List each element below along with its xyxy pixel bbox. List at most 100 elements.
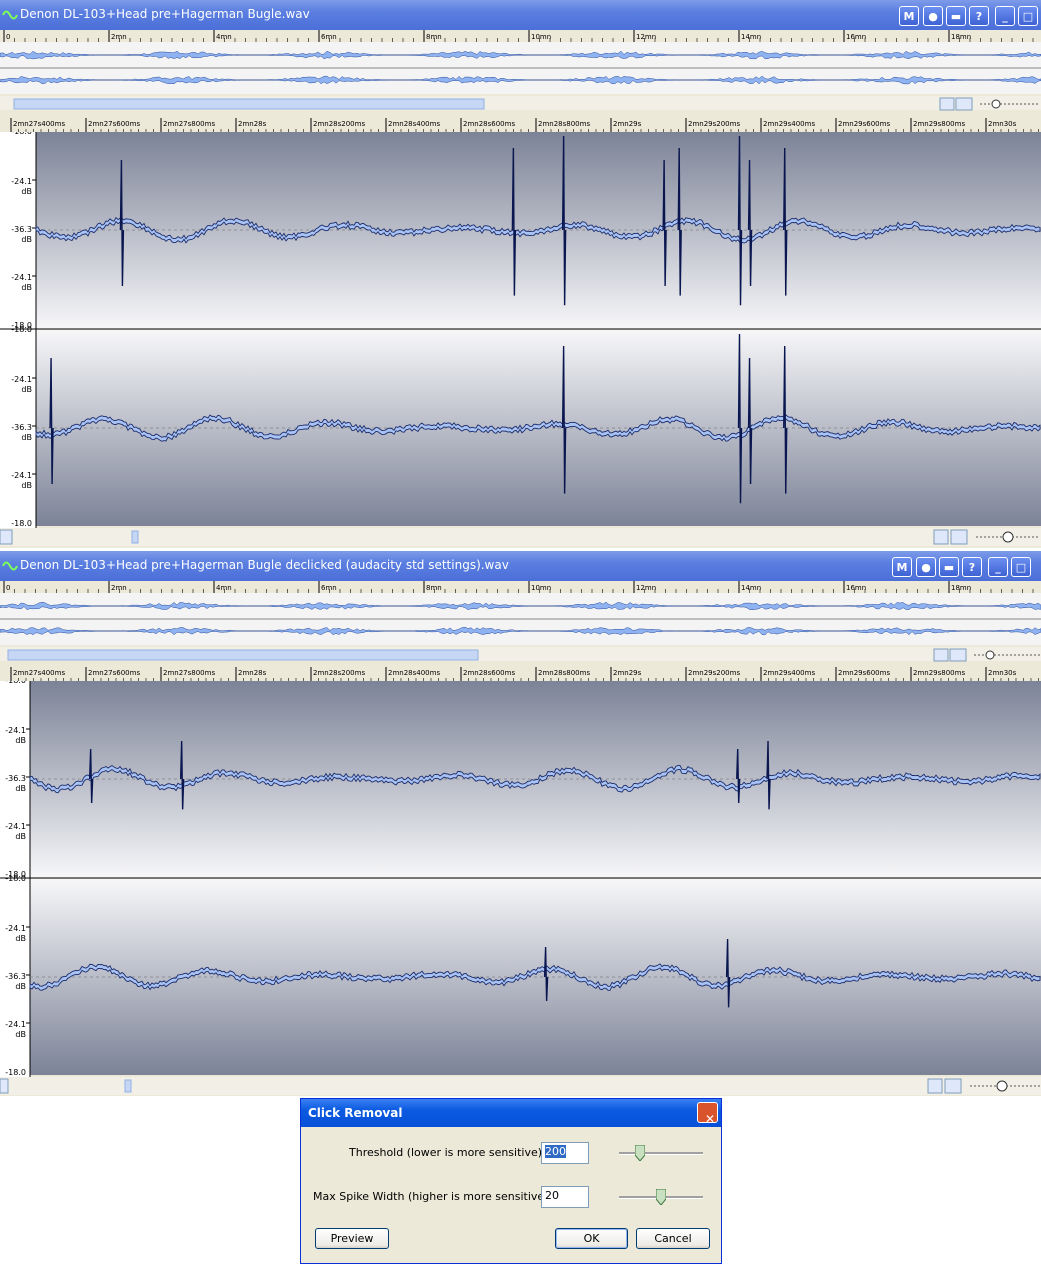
ok-button[interactable]: OK	[555, 1228, 628, 1249]
dialog-title: Click Removal	[308, 1106, 403, 1120]
mono-button[interactable]: M	[892, 557, 912, 577]
time-tick-label: 2mn30s	[988, 669, 1017, 677]
time-ruler[interactable]: 2mn27s400ms 2mn27s600ms 2mn27s800ms 2mn28s 2…	[0, 116, 1041, 132]
spike-width-value: 20	[545, 1189, 559, 1202]
time-tick-label: 2mn28s800ms	[538, 669, 590, 677]
db-scale-label: -18.0	[5, 681, 26, 685]
db-scale-label: -18.0	[11, 325, 32, 334]
overview-scrollbar[interactable]	[0, 647, 1041, 662]
stop-button[interactable]: ▬	[946, 6, 966, 26]
db-scale-label: -24.1	[11, 273, 32, 282]
preview-button[interactable]: Preview	[315, 1228, 389, 1249]
threshold-value: 200	[545, 1145, 566, 1158]
time-tick-label: 2mn28s	[238, 120, 267, 128]
db-scale-label: dB	[21, 283, 32, 292]
maximize-button[interactable]: □	[1011, 557, 1031, 577]
spike-width-input[interactable]: 20	[541, 1186, 589, 1208]
help-button[interactable]: ?	[969, 6, 989, 26]
overview-tick-label: 18mn	[951, 584, 971, 592]
spike-width-label: Max Spike Width (higher is more sensitiv…	[313, 1190, 553, 1203]
db-scale-label: -24.1	[11, 177, 32, 186]
time-tick-label: 2mn29s200ms	[688, 669, 740, 677]
maximize-icon: □	[1022, 10, 1034, 23]
spike-width-slider[interactable]	[619, 1187, 703, 1209]
time-tick-label: 2mn28s400ms	[388, 669, 440, 677]
time-tick-label: 2mn27s800ms	[163, 120, 215, 128]
minimize-icon: _	[1002, 10, 1008, 23]
waveform-window-declicked: Denon DL-103+Head pre+Hagerman Bugle dec…	[0, 551, 1041, 1096]
db-scale-label: -18.0	[11, 132, 32, 136]
overview-tick-label: 8mn	[426, 584, 442, 592]
time-ruler[interactable]: 2mn27s400ms 2mn27s600ms 2mn27s800ms 2mn28s 2…	[0, 665, 1041, 681]
time-tick-label: 2mn29s	[613, 120, 642, 128]
help-button[interactable]: ?	[962, 557, 982, 577]
time-tick-label: 2mn28s	[238, 669, 267, 677]
time-tick-label: 2mn29s600ms	[838, 120, 890, 128]
time-tick-label: 2mn29s800ms	[913, 669, 965, 677]
overview-ruler: 0 2mn 4mn 6mn 8mn 10mn 12mn 14mn 16mn 18mn	[0, 30, 1041, 42]
slider-thumb[interactable]	[656, 1189, 666, 1205]
threshold-input[interactable]: 200	[541, 1142, 589, 1164]
waveform-track[interactable]: -18.0-24.1dB-36.3dB-24.1dB-18.0-18.0-24.…	[0, 676, 1041, 1077]
minimize-button[interactable]: _	[995, 6, 1015, 26]
window-titlebar[interactable]: Denon DL-103+Head pre+Hagerman Bugle.wav…	[0, 0, 1041, 30]
db-scale-label: -36.3	[11, 225, 32, 234]
time-tick-label: 2mn28s600ms	[463, 120, 515, 128]
overview-tick-label: 16mn	[846, 33, 866, 41]
overview-tick-label: 4mn	[216, 33, 232, 41]
record-button[interactable]: ●	[916, 557, 936, 577]
dialog-titlebar[interactable]: Click Removal ✕	[301, 1099, 721, 1127]
minimize-button[interactable]: _	[988, 557, 1008, 577]
close-button[interactable]: ✕	[697, 1102, 718, 1126]
db-scale-label: dB	[15, 1030, 26, 1039]
time-tick-label: 2mn29s800ms	[913, 120, 965, 128]
db-scale-label: dB	[21, 187, 32, 196]
db-scale-label: dB	[21, 385, 32, 394]
window-title: Denon DL-103+Head pre+Hagerman Bugle dec…	[20, 558, 509, 572]
time-tick-label: 2mn29s200ms	[688, 120, 740, 128]
db-scale-label: -24.1	[5, 924, 26, 933]
db-scale-label: dB	[21, 433, 32, 442]
time-tick-label: 2mn27s600ms	[88, 669, 140, 677]
window-titlebar[interactable]: Denon DL-103+Head pre+Hagerman Bugle dec…	[0, 551, 1041, 581]
overview-tick-label: 10mn	[531, 33, 551, 41]
maximize-button[interactable]: □	[1018, 6, 1038, 26]
overview-scrollbar[interactable]	[0, 96, 1041, 111]
window-title: Denon DL-103+Head pre+Hagerman Bugle.wav	[20, 7, 310, 21]
db-scale-label: -24.1	[5, 1020, 26, 1029]
db-scale-label: dB	[15, 982, 26, 991]
db-scale-label: -36.3	[11, 423, 32, 432]
overview-waveform[interactable]	[0, 42, 1041, 94]
db-scale-label: dB	[15, 832, 26, 841]
cancel-button[interactable]: Cancel	[636, 1228, 710, 1249]
threshold-slider[interactable]	[619, 1143, 703, 1165]
track-scrollbar[interactable]	[0, 528, 1041, 546]
time-tick-label: 2mn27s400ms	[13, 669, 65, 677]
overview-tick-label: 6mn	[321, 33, 337, 41]
overview-ruler: 0 2mn 4mn 6mn 8mn 10mn 12mn 14mn 16mn 18mn	[0, 581, 1041, 593]
overview-waveform[interactable]	[0, 593, 1041, 645]
overview-tick-label: 2mn	[111, 584, 127, 592]
stop-button[interactable]: ▬	[939, 557, 959, 577]
time-tick-label: 2mn27s400ms	[13, 120, 65, 128]
track-scrollbar[interactable]	[0, 1077, 1041, 1095]
overview-tick-label: 0	[6, 33, 10, 41]
record-icon: ●	[921, 561, 931, 574]
overview-tick-label: 2mn	[111, 33, 127, 41]
dash-icon: ▬	[950, 10, 962, 23]
waveform-track[interactable]: -18.0-24.1dB-36.3dB-24.1dB-18.0-18.0-24.…	[0, 127, 1041, 528]
waveform-app-icon	[2, 10, 18, 20]
overview-tick-label: 8mn	[426, 33, 442, 41]
db-scale-label: dB	[21, 481, 32, 490]
time-tick-label: 2mn28s200ms	[313, 669, 365, 677]
db-scale-label: -24.1	[5, 822, 26, 831]
mono-button[interactable]: M	[899, 6, 919, 26]
slider-thumb[interactable]	[635, 1145, 646, 1161]
time-tick-label: 2mn28s400ms	[388, 120, 440, 128]
db-scale-label: -18.0	[5, 1068, 26, 1077]
record-button[interactable]: ●	[923, 6, 943, 26]
close-icon: ✕	[705, 1112, 716, 1126]
overview-tick-label: 0	[6, 584, 10, 592]
db-scale-label: dB	[15, 934, 26, 943]
waveform-app-icon	[2, 561, 18, 571]
